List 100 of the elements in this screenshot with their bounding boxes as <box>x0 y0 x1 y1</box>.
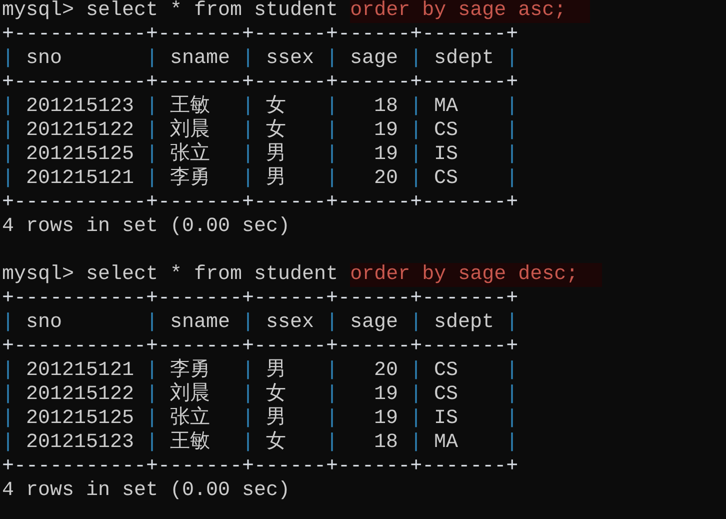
column-separator: | <box>506 311 518 335</box>
column-separator: | <box>242 95 254 119</box>
column-separator: | <box>506 383 518 407</box>
table-cell-text: 男 <box>265 407 288 431</box>
column-separator: | <box>146 359 158 383</box>
column-separator: | <box>410 167 422 191</box>
column-separator: | <box>2 359 14 383</box>
table-cell-text: IS <box>433 143 460 167</box>
column-separator: | <box>146 383 158 407</box>
column-separator: | <box>326 95 338 119</box>
table-cell-text: 男 <box>265 143 288 167</box>
column-separator: | <box>326 383 338 407</box>
column-separator: | <box>242 359 254 383</box>
column-separator: | <box>410 119 422 143</box>
table-cell-text: 刘晨 <box>169 383 212 406</box>
column-separator: | <box>146 47 158 71</box>
table-cell-text: 女 <box>265 119 288 143</box>
column-separator: | <box>410 95 422 119</box>
column-separator: | <box>146 431 158 455</box>
table-cell-text: 19 <box>373 383 400 407</box>
column-separator: | <box>506 359 518 383</box>
column-separator: | <box>326 311 338 335</box>
column-separator: | <box>146 311 158 335</box>
column-separator: | <box>146 119 158 143</box>
table-cell-text: 20 <box>373 359 400 383</box>
column-separator: | <box>326 431 338 455</box>
table-cell-text: 李勇 <box>169 167 212 191</box>
prompt: mysql> <box>2 263 74 287</box>
column-separator: | <box>410 407 422 431</box>
column-separator: | <box>506 95 518 119</box>
result-summary: 4 rows in set (0.00 sec) <box>2 479 290 503</box>
table-border: +-----------+-------+------+------+-------+ <box>2 287 518 311</box>
command-text: select * from student <box>86 0 338 23</box>
table-border: +-----------+-------+------+------+-------+ <box>2 191 518 215</box>
column-separator: | <box>242 119 254 143</box>
column-separator: | <box>506 431 518 455</box>
column-separator: | <box>242 143 254 167</box>
table-cell-text: 刘晨 <box>169 119 212 142</box>
column-header: sage <box>349 47 400 71</box>
column-header: sno <box>25 311 64 335</box>
table-cell-text: 201215123 <box>25 431 136 455</box>
column-header: sname <box>169 311 232 335</box>
column-separator: | <box>326 167 338 191</box>
column-header: sno <box>25 47 64 71</box>
table-cell-text: 张立 <box>169 407 212 431</box>
table-cell-text: 19 <box>373 143 400 167</box>
table-cell-text: 李勇 <box>169 359 212 382</box>
column-separator: | <box>2 119 14 143</box>
column-separator: | <box>506 47 518 71</box>
table-border: +-----------+-------+------+------+-------+ <box>2 455 518 479</box>
table-cell-text: 张立 <box>169 143 212 166</box>
column-separator: | <box>506 119 518 143</box>
column-separator: | <box>2 143 14 167</box>
column-header: ssex <box>265 47 316 71</box>
table-border: +-----------+-------+------+------+-------+ <box>2 71 518 95</box>
column-header: sname <box>169 47 232 71</box>
column-separator: | <box>326 47 338 71</box>
column-separator: | <box>2 167 14 191</box>
table-cell-text: CS <box>433 167 460 191</box>
prompt: mysql> <box>2 0 74 23</box>
column-separator: | <box>410 311 422 335</box>
table-cell-text: MA <box>433 431 460 455</box>
column-separator: | <box>506 167 518 191</box>
column-separator: | <box>326 359 338 383</box>
column-separator: | <box>2 407 14 431</box>
command-text: select * from student <box>86 263 338 287</box>
column-header: sdept <box>433 311 496 335</box>
table-cell-text: CS <box>433 119 460 143</box>
table-border: +-----------+-------+------+------+-------+ <box>2 335 518 358</box>
table-cell-text: 18 <box>373 431 400 455</box>
column-separator: | <box>242 311 254 335</box>
table-cell-text: 男 <box>265 359 288 383</box>
column-separator: | <box>242 167 254 191</box>
table-cell-text: 女 <box>265 383 288 407</box>
column-separator: | <box>506 407 518 431</box>
table-cell-text: CS <box>433 359 460 383</box>
column-separator: | <box>146 407 158 431</box>
column-separator: | <box>410 383 422 407</box>
column-header: sage <box>349 311 400 335</box>
column-separator: | <box>2 383 14 407</box>
table-cell-text: 20 <box>373 167 400 191</box>
column-separator: | <box>326 143 338 167</box>
table-cell-text: 18 <box>373 95 400 119</box>
column-separator: | <box>326 407 338 431</box>
column-separator: | <box>242 383 254 407</box>
table-border: +-----------+-------+------+------+-------+ <box>2 23 518 47</box>
table-cell-text: 王敏 <box>169 431 212 455</box>
table-cell-text: 201215122 <box>25 383 136 407</box>
column-header: ssex <box>265 311 316 335</box>
column-separator: | <box>146 95 158 119</box>
table-cell-text: 19 <box>373 119 400 143</box>
table-cell-text: 王敏 <box>169 95 212 118</box>
column-separator: | <box>410 47 422 71</box>
table-cell-text: 201215125 <box>25 407 136 431</box>
column-separator: | <box>242 431 254 455</box>
highlighted-clause: order by sage asc; <box>350 0 590 23</box>
result-summary: 4 rows in set (0.00 sec) <box>2 215 290 239</box>
column-separator: | <box>410 359 422 383</box>
table-cell-text: 201215125 <box>25 143 136 167</box>
column-separator: | <box>2 95 14 119</box>
